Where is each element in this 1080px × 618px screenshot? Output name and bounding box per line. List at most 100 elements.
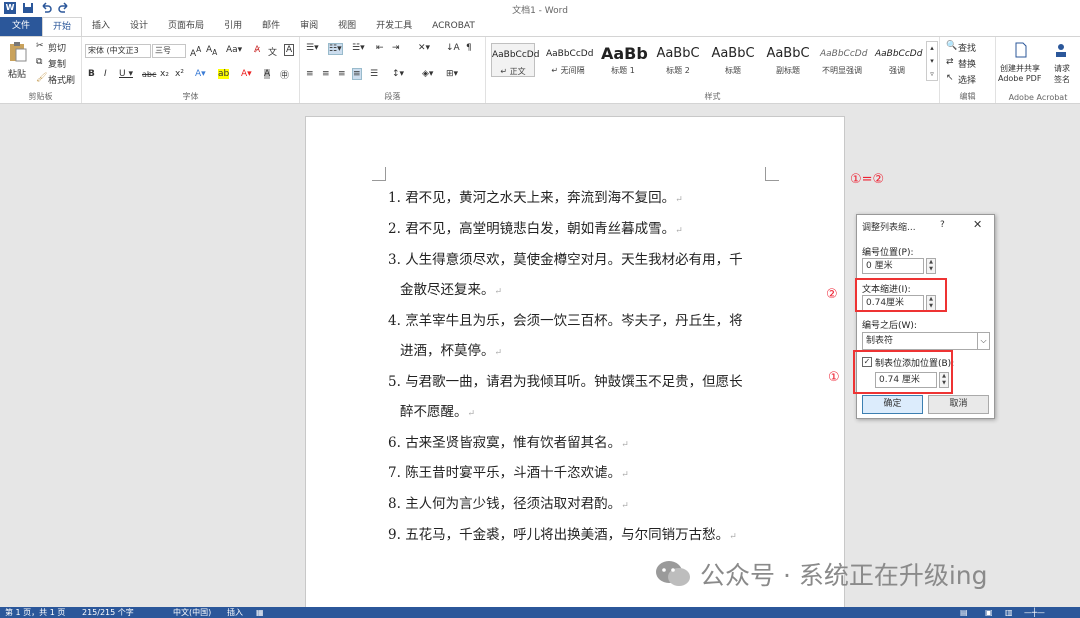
show-marks-icon[interactable]: ¶ <box>466 43 472 53</box>
bullets-icon[interactable]: ☰▾ <box>306 43 319 53</box>
list-item[interactable]: 2. 君不见，高堂明镜悲白发，朝如青丝暮成雪。↵ <box>388 214 683 246</box>
tab-mailings[interactable]: 邮件 <box>252 17 290 36</box>
request-signature-button[interactable]: 请求 <box>1054 63 1070 74</box>
align-center-icon[interactable]: ≡ <box>322 69 330 79</box>
tab-design[interactable]: 设计 <box>120 17 158 36</box>
list-item[interactable]: 3. 人生得意须尽欢，莫使金樽空对月。天生我材必有用，千 金散尽还复来。↵ <box>388 245 743 307</box>
signature-icon[interactable] <box>1054 42 1068 58</box>
enclose-char-icon[interactable]: ㊥ <box>280 68 289 81</box>
style-no-spacing[interactable]: AaBbCcDd ↵ 无间隔 <box>546 43 593 77</box>
macro-icon[interactable]: ▦ <box>256 607 264 618</box>
paste-icon[interactable] <box>8 41 28 63</box>
list-item[interactable]: 1. 君不见，黄河之水天上来，奔流到海不复回。↵ <box>388 183 683 215</box>
cancel-button[interactable]: 取消 <box>928 395 989 414</box>
shrink-font-icon[interactable]: AA <box>206 45 217 57</box>
decrease-indent-icon[interactable]: ⇤ <box>376 43 384 53</box>
style-subtitle[interactable]: AaBbC 副标题 <box>766 43 810 77</box>
language[interactable]: 中文(中国) <box>173 607 211 618</box>
justify-icon[interactable]: ≡ <box>352 68 362 80</box>
pdf-icon[interactable] <box>1014 42 1028 58</box>
ok-button[interactable]: 确定 <box>862 395 923 414</box>
format-painter-button[interactable]: 格式刷 <box>48 73 75 86</box>
change-case-icon[interactable]: Aa▾ <box>226 45 242 55</box>
style-subtle-emphasis[interactable]: AaBbCcDd 不明显强调 <box>820 43 867 77</box>
zoom-slider[interactable]: —┼— <box>1024 607 1045 618</box>
align-right-icon[interactable]: ≡ <box>338 69 346 79</box>
tab-layout[interactable]: 页面布局 <box>158 17 214 36</box>
superscript-icon[interactable]: x² <box>175 69 184 79</box>
find-button[interactable]: 查找 <box>958 41 976 54</box>
numbering-icon[interactable]: ☷▾ <box>328 43 343 55</box>
replace-icon[interactable]: ⇄ <box>946 57 954 67</box>
copy-button[interactable]: 复制 <box>48 57 66 70</box>
tab-developer[interactable]: 开发工具 <box>366 17 422 36</box>
tab-view[interactable]: 视图 <box>328 17 366 36</box>
document-page[interactable]: 1. 君不见，黄河之水天上来，奔流到海不复回。↵ 2. 君不见，高堂明镜悲白发，… <box>305 116 845 616</box>
borders-icon[interactable]: ⊞▾ <box>446 69 458 79</box>
scissors-icon[interactable]: ✂ <box>36 41 44 51</box>
clear-format-icon[interactable]: A̷ <box>254 45 260 55</box>
style-title[interactable]: AaBbC 标题 <box>711 43 755 77</box>
number-position-spinner[interactable]: ▲ ▼ <box>926 258 936 274</box>
select-button[interactable]: 选择 <box>958 73 976 86</box>
tab-home[interactable]: 开始 <box>42 17 83 36</box>
font-color-icon[interactable]: A▾ <box>241 69 252 79</box>
style-heading-1[interactable]: AaBb 标题 1 <box>601 43 648 77</box>
list-item[interactable]: 9. 五花马，千金裘，呼儿将出换美酒，与尔同销万古愁。↵ <box>388 520 737 552</box>
char-border-icon[interactable]: A <box>284 44 295 56</box>
page-count[interactable]: 第 1 页，共 1 页 <box>5 607 65 618</box>
word-count[interactable]: 215/215 个字 <box>82 607 134 618</box>
help-icon[interactable]: ? <box>940 220 945 230</box>
style-normal[interactable]: AaBbCcDd ↵ 正文 <box>491 43 539 77</box>
grow-font-icon[interactable]: AA <box>190 45 201 59</box>
request-signature-button-line2[interactable]: 签名 <box>1054 74 1070 85</box>
list-item[interactable]: 5. 与君歌一曲，请君为我倾耳听。钟鼓馔玉不足贵，但愿长 醉不愿醒。↵ <box>388 367 743 429</box>
style-emphasis[interactable]: AaBbCcDd 强调 <box>875 43 922 77</box>
read-mode-icon[interactable]: ▤ <box>960 607 968 618</box>
list-item[interactable]: 6. 古来圣贤皆寂寞，惟有饮者留其名。↵ <box>388 428 629 460</box>
char-shading-icon[interactable]: A <box>264 69 271 79</box>
chinese-layout-icon[interactable]: ✕▾ <box>418 43 430 53</box>
multilevel-list-icon[interactable]: ☱▾ <box>352 43 365 53</box>
tab-file[interactable]: 文件 <box>0 17 42 36</box>
find-icon[interactable]: 🔍 <box>946 41 957 51</box>
style-heading-2[interactable]: AaBbC 标题 2 <box>656 43 700 77</box>
underline-icon[interactable]: U ▾ <box>119 69 133 79</box>
bold-icon[interactable]: B <box>88 69 95 79</box>
paste-button[interactable]: 粘贴 <box>8 67 26 80</box>
format-painter-icon[interactable]: 🖌 <box>36 73 47 83</box>
shading-icon[interactable]: ◈▾ <box>422 69 433 79</box>
align-left-icon[interactable]: ≡ <box>306 69 314 79</box>
print-layout-icon[interactable]: ▣ <box>985 607 993 618</box>
strikethrough-icon[interactable]: abc <box>142 70 156 79</box>
phonetic-icon[interactable]: 文 <box>268 45 277 58</box>
list-item[interactable]: 8. 主人何为言少钱，径须沽取对君酌。↵ <box>388 489 629 521</box>
web-layout-icon[interactable]: ▥ <box>1005 607 1013 618</box>
font-size-select[interactable]: 三号 <box>152 44 186 58</box>
increase-indent-icon[interactable]: ⇥ <box>392 43 400 53</box>
follow-number-select[interactable]: 制表符 ⌵ <box>862 332 990 350</box>
create-pdf-button-line2[interactable]: Adobe PDF <box>998 74 1041 83</box>
close-icon[interactable]: ✕ <box>973 218 982 231</box>
insert-mode[interactable]: 插入 <box>227 607 243 618</box>
subscript-icon[interactable]: x₂ <box>160 69 169 79</box>
sort-icon[interactable]: ↓A <box>446 43 460 53</box>
distributed-icon[interactable]: ☰ <box>370 69 378 79</box>
replace-button[interactable]: 替换 <box>958 57 976 70</box>
styles-scroll[interactable]: ▴ ▾ ▿ <box>926 41 938 81</box>
list-item[interactable]: 7. 陈王昔时宴平乐，斗酒十千恣欢谑。↵ <box>388 458 629 490</box>
select-icon[interactable]: ↖ <box>946 73 954 83</box>
tab-insert[interactable]: 插入 <box>82 17 120 36</box>
create-pdf-button[interactable]: 创建并共享 <box>1000 63 1040 74</box>
number-position-input[interactable]: 0 厘米 <box>862 258 924 274</box>
font-name-select[interactable]: 宋体 (中文正3 <box>85 44 151 58</box>
highlight-icon[interactable]: ab <box>218 69 230 79</box>
line-spacing-icon[interactable]: ↕▾ <box>392 69 404 79</box>
text-effects-icon[interactable]: A▾ <box>195 69 206 79</box>
list-item[interactable]: 4. 烹羊宰牛且为乐，会须一饮三百杯。岑夫子，丹丘生，将 进酒，杯莫停。↵ <box>388 306 743 368</box>
cut-button[interactable]: 剪切 <box>48 41 66 54</box>
copy-icon[interactable]: ⧉ <box>36 57 42 67</box>
italic-icon[interactable]: I <box>104 69 107 79</box>
tab-references[interactable]: 引用 <box>214 17 252 36</box>
tab-review[interactable]: 审阅 <box>290 17 328 36</box>
